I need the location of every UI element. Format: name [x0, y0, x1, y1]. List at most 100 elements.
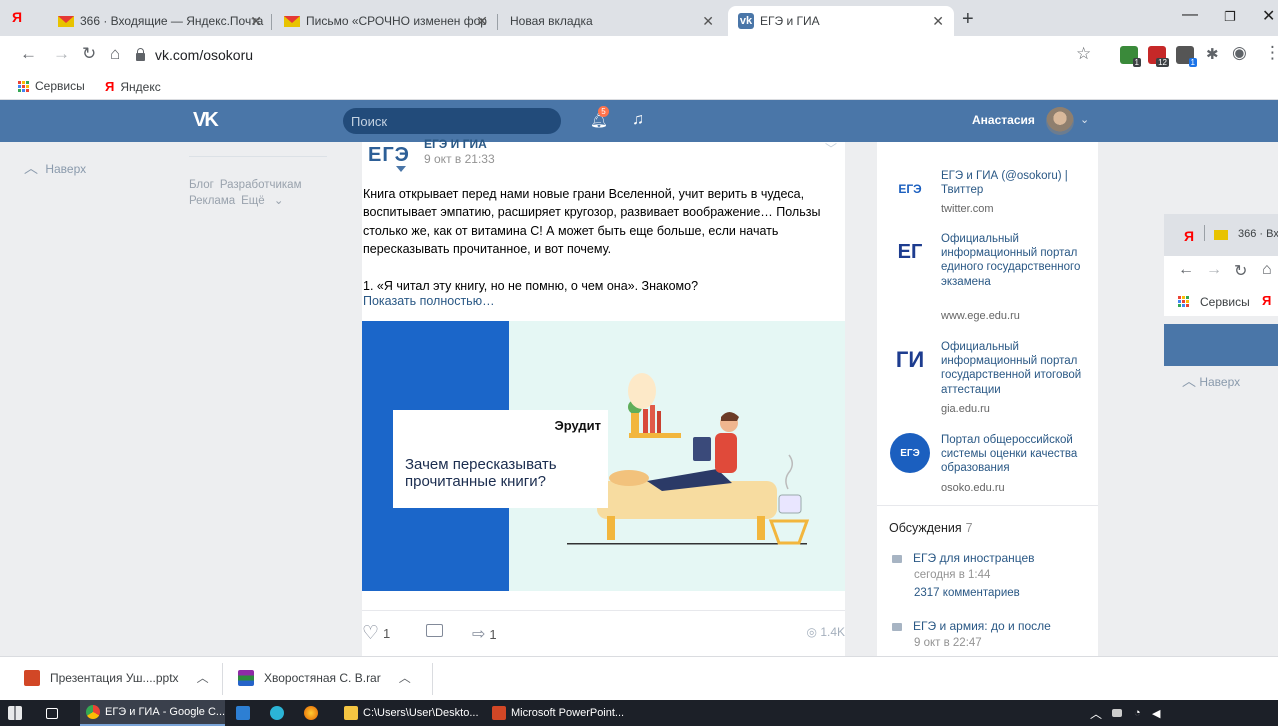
minimize-button[interactable]: — [1182, 6, 1198, 24]
forward-button[interactable]: → [1206, 261, 1222, 279]
profile-icon[interactable]: ◉ [1232, 43, 1247, 63]
vk-logo[interactable]: VK [193, 109, 219, 132]
tab-label: ЕГЭ и ГИА [760, 14, 820, 28]
new-tab-button[interactable]: + [962, 8, 974, 31]
link-blog[interactable]: Блог [189, 179, 214, 191]
taskbar-item-browser[interactable] [270, 700, 289, 726]
bookmark-star-icon[interactable]: ☆ [1076, 44, 1091, 64]
reload-button[interactable]: ↻ [82, 44, 96, 64]
views-counter: ◎ 1.4K [806, 625, 845, 639]
chevron-down-icon[interactable]: ⌄ [1080, 113, 1089, 126]
back-button[interactable]: ← [20, 44, 37, 64]
share-arrow-icon: ⇨ [472, 626, 486, 643]
back-button[interactable]: ← [1178, 261, 1194, 279]
notifications-bell-icon[interactable]: 🔔︎ 5 [590, 106, 609, 129]
task-view-button[interactable] [46, 700, 63, 726]
bookmark-yandex[interactable]: Я Яндекс [105, 79, 161, 94]
puzzle-icon[interactable]: ✱ [1206, 45, 1219, 63]
tray-wifi-icon[interactable]: ◔ [1134, 700, 1141, 726]
post-date[interactable]: 9 окт в 21:33 [424, 152, 495, 166]
search-input[interactable]: Поиск [343, 108, 561, 134]
user-name[interactable]: Анастасия [972, 113, 1035, 127]
link-domain: www.ege.edu.ru [941, 310, 1020, 322]
divider [877, 505, 1098, 506]
tab-yandex-mail[interactable]: 366 · Входящие — Яндекс.Почта ✕ [48, 6, 272, 36]
taskbar-item-explorer[interactable]: C:\Users\User\Deskto... [340, 700, 482, 726]
extension-icon[interactable]: 1 [1120, 46, 1141, 67]
right-sidebar: ЕГЭ ЕГЭ и ГИА (@osokoru) | Твиттер twitt… [877, 142, 1098, 656]
powerpoint-icon [492, 706, 506, 720]
link-developers[interactable]: Разработчикам [220, 179, 302, 191]
taskbar-item-mail[interactable] [236, 700, 255, 726]
restore-button[interactable]: ❐ [1224, 9, 1236, 25]
close-icon[interactable]: ✕ [932, 13, 944, 30]
like-button[interactable]: ♡ 1 [362, 624, 390, 643]
avatar[interactable] [1046, 107, 1074, 135]
second-browser-window[interactable]: Я 366 · Вх ← → ↻ ⌂ Сервисы Я ︿ Наверх [1164, 214, 1278, 664]
download-item[interactable]: Презентация Уш....pptx ︿ [24, 669, 209, 686]
tray-chevron-up-icon[interactable]: ︿ [1090, 700, 1102, 726]
link-item[interactable]: ЕГЭ ЕГЭ и ГИА (@osokoru) | Твиттер twitt… [877, 169, 1098, 219]
reload-button[interactable]: ↻ [1234, 261, 1247, 281]
yandex-icon: Я [1262, 293, 1272, 308]
download-item[interactable]: Хворостяная С. В.rar ︿ [238, 669, 411, 686]
post-actions: ♡ 1 ⇨ 1 ◎ 1.4K [362, 624, 845, 644]
mail-icon [284, 13, 300, 29]
chevron-up-icon[interactable]: ︿ [197, 669, 209, 686]
tab-letter[interactable]: Письмо «СРОЧНО изменен фор ✕ [274, 6, 498, 36]
close-window-button[interactable]: ✕ [1262, 6, 1275, 26]
discussions-header[interactable]: Обсуждения 7 [889, 521, 973, 535]
show-more-link[interactable]: Показать полностью… [363, 294, 495, 308]
scroll-up-button[interactable]: ︿ Наверх [24, 158, 86, 178]
discussion-item[interactable]: ЕГЭ для иностранцев сегодня в 1:44 2317 … [889, 551, 1094, 607]
forward-button[interactable]: → [53, 44, 70, 64]
discussion-title: ЕГЭ для иностранцев [913, 551, 1035, 565]
tray-network-icon[interactable] [1112, 700, 1127, 726]
discussion-item[interactable]: ЕГЭ и армия: до и после 9 окт в 22:47 [889, 619, 1094, 655]
group-logo[interactable]: ЕГЭ [368, 144, 410, 172]
tab-new[interactable]: Новая вкладка ✕ [500, 6, 724, 36]
bookmark-label: Сервисы [35, 79, 85, 93]
comment-button[interactable] [426, 624, 443, 637]
link-item[interactable]: ЕГ Официальный информационный портал еди… [877, 232, 1098, 328]
link-more[interactable]: Ещё ⌄ [241, 195, 283, 207]
address-bar[interactable]: vk.com/osokoru [136, 41, 1106, 69]
discussion-date: 9 окт в 22:47 [914, 637, 982, 649]
taskbar-item-firefox[interactable] [304, 700, 323, 726]
menu-icon[interactable]: ⋮ [1264, 43, 1278, 63]
yandex-browser-icon[interactable]: Я [12, 9, 22, 25]
close-icon[interactable]: ✕ [702, 13, 714, 30]
eye-icon: ◎ [806, 625, 817, 639]
music-icon[interactable]: ♫ [632, 111, 644, 129]
close-icon[interactable]: ✕ [476, 13, 488, 30]
tab-ege-gia[interactable]: vk ЕГЭ и ГИА ✕ [728, 6, 954, 36]
wall-post: ЕГЭ ЕГЭ И ГИА 9 окт в 21:33 ﹀ Книга откр… [362, 137, 845, 656]
share-button[interactable]: ⇨ 1 [472, 624, 497, 644]
extension-icon[interactable]: 1 [1176, 46, 1197, 67]
taskbar-item-chrome[interactable]: ЕГЭ и ГИА - Google C... [80, 700, 225, 726]
discussions-count: 7 [965, 521, 973, 535]
close-icon[interactable]: ✕ [250, 13, 262, 30]
taskbar-item-powerpoint[interactable]: Microsoft PowerPoint... [488, 700, 638, 726]
scroll-up-button[interactable]: ︿ Наверх [1182, 371, 1240, 391]
bookmark-services[interactable]: Сервисы [18, 79, 85, 93]
extension-badge: 1 [1188, 58, 1197, 67]
extension-icon[interactable]: 12 [1148, 46, 1169, 67]
post-menu-chevron-icon[interactable]: ﹀ [825, 140, 837, 157]
discussion-comments[interactable]: 2317 комментариев [914, 587, 1020, 599]
group-name-link[interactable]: ЕГЭ И ГИА [424, 137, 487, 151]
tray-volume-icon[interactable]: ◀︎ [1152, 700, 1160, 726]
link-ads[interactable]: Реклама [189, 195, 235, 207]
link-item[interactable]: ГИ Официальный информационный портал гос… [877, 340, 1098, 420]
home-button[interactable]: ⌂ [110, 44, 120, 64]
folder-icon [344, 706, 358, 720]
chevron-up-icon[interactable]: ︿ [399, 669, 411, 686]
comment-icon [426, 624, 443, 637]
home-button[interactable]: ⌂ [1262, 261, 1272, 279]
link-item[interactable]: ЕГЭ Портал общероссийской системы оценки… [877, 433, 1098, 495]
chevron-up-icon: ︿ [24, 160, 38, 176]
post-image[interactable]: Эрудит Зачем пересказывать прочитанные к… [362, 321, 845, 591]
bookmark-label[interactable]: Сервисы [1200, 295, 1250, 309]
windows-icon [8, 706, 22, 720]
start-button[interactable] [8, 700, 27, 726]
